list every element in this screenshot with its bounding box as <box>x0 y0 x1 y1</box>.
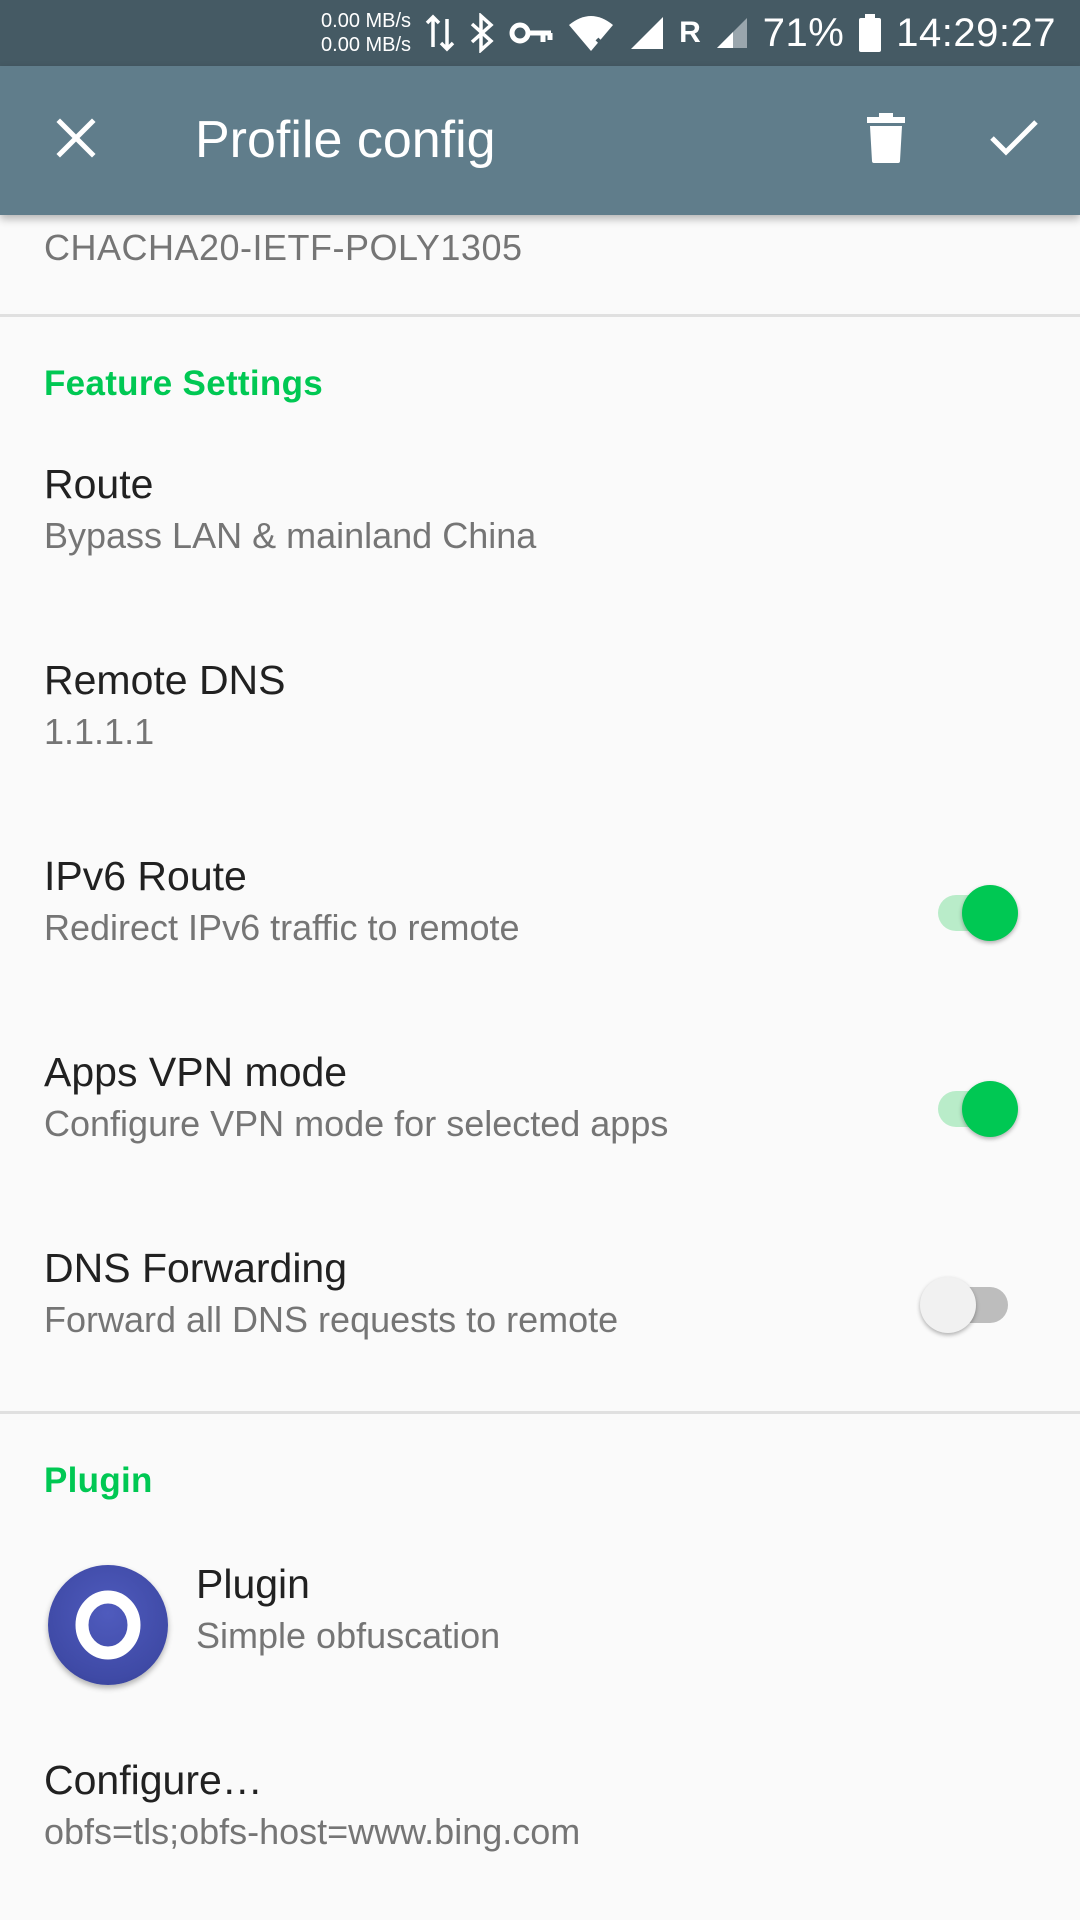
pref-route[interactable]: Route Bypass LAN & mainland China <box>0 425 1080 621</box>
preferences-list: CHACHA20-IETF-POLY1305 Feature Settings … <box>0 215 1080 1920</box>
page-title: Profile config <box>195 111 496 169</box>
close-button[interactable] <box>44 106 108 170</box>
screen: 0.00 MB/s 0.00 MB/s R 71% 14:29:27 Profi… <box>0 0 1080 1920</box>
pref-ipv6-route[interactable]: IPv6 Route Redirect IPv6 traffic to remo… <box>0 817 1080 1013</box>
bluetooth-icon <box>469 11 495 55</box>
pref-summary: Simple obfuscation <box>196 1615 501 1656</box>
close-icon <box>56 118 96 158</box>
pref-summary: obfs=tls;obfs-host=www.bing.com <box>44 1811 581 1852</box>
pref-summary: Bypass LAN & mainland China <box>44 515 537 556</box>
delete-button[interactable] <box>854 106 918 170</box>
pref-title: Route <box>44 461 154 507</box>
pref-title: DNS Forwarding <box>44 1245 348 1291</box>
plugin-app-icon <box>48 1565 168 1685</box>
pref-summary: Forward all DNS requests to remote <box>44 1299 619 1340</box>
section-divider <box>0 314 1080 317</box>
pref-title: Configure… <box>44 1757 263 1803</box>
pref-title: Plugin <box>196 1561 310 1607</box>
pref-apps-vpn-mode[interactable]: Apps VPN mode Configure VPN mode for sel… <box>0 1013 1080 1209</box>
status-bar: 0.00 MB/s 0.00 MB/s R 71% 14:29:27 <box>0 0 1080 66</box>
pref-plugin[interactable]: Plugin Simple obfuscation <box>0 1525 1080 1721</box>
pref-summary: Configure VPN mode for selected apps <box>44 1103 669 1144</box>
pref-title: Apps VPN mode <box>44 1049 348 1095</box>
pref-title: Remote DNS <box>44 657 286 703</box>
vpn-key-icon <box>509 11 553 55</box>
battery-percent: 71% <box>762 10 845 55</box>
section-header-feature-settings: Feature Settings <box>44 364 324 403</box>
battery-icon <box>858 11 882 55</box>
roaming-indicator: R <box>679 16 701 49</box>
pref-summary: 1.1.1.1 <box>44 711 155 752</box>
toggle-thumb <box>962 1081 1018 1137</box>
section-header-plugin: Plugin <box>44 1461 153 1500</box>
network-speed: 0.00 MB/s 0.00 MB/s <box>321 9 411 57</box>
obfuscation-icon <box>75 1590 141 1660</box>
wifi-icon <box>567 11 615 55</box>
dns-forwarding-toggle[interactable] <box>920 1270 1020 1340</box>
section-divider <box>0 1411 1080 1414</box>
pref-dns-forwarding[interactable]: DNS Forwarding Forward all DNS requests … <box>0 1209 1080 1405</box>
ipv6-route-toggle[interactable] <box>920 878 1020 948</box>
app-toolbar: Profile config <box>0 66 1080 215</box>
speed-up: 0.00 MB/s <box>321 10 412 32</box>
pref-summary: Redirect IPv6 traffic to remote <box>44 907 520 948</box>
pref-title: IPv6 Route <box>44 853 247 899</box>
save-button[interactable] <box>982 106 1046 170</box>
signal-icon <box>629 11 665 55</box>
signal-secondary-icon <box>715 11 749 55</box>
encrypt-method-value: CHACHA20-IETF-POLY1305 <box>44 227 523 268</box>
data-transfer-icon <box>425 11 455 55</box>
apps-vpn-mode-toggle[interactable] <box>920 1074 1020 1144</box>
checkmark-icon <box>990 120 1038 156</box>
toggle-thumb <box>962 885 1018 941</box>
speed-down: 0.00 MB/s <box>321 34 412 56</box>
trash-icon <box>867 113 905 163</box>
pref-remote-dns[interactable]: Remote DNS 1.1.1.1 <box>0 621 1080 817</box>
toggle-thumb <box>920 1277 976 1333</box>
pref-plugin-configure[interactable]: Configure… obfs=tls;obfs-host=www.bing.c… <box>0 1721 1080 1917</box>
clock: 14:29:27 <box>896 10 1056 55</box>
